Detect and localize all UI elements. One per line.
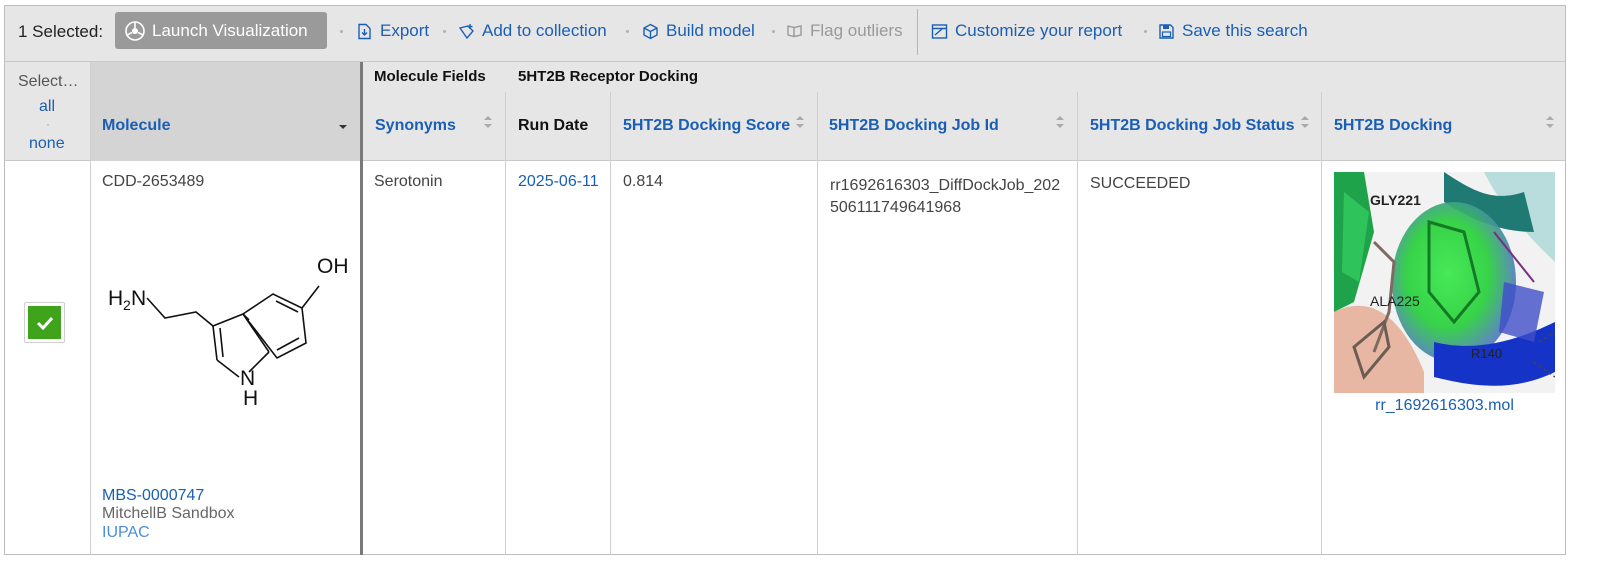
column-header-synonyms[interactable]: Synonyms <box>375 117 456 135</box>
toolbar-separator <box>626 30 629 33</box>
customize-report-button[interactable]: Customize your report <box>931 19 1122 43</box>
column-header-docking-score[interactable]: 5HT2B Docking Score <box>623 117 790 135</box>
export-button[interactable]: Export <box>356 19 429 43</box>
customize-report-label: Customize your report <box>955 21 1123 40</box>
molecule-structure[interactable]: OH H 2 N N H <box>101 242 351 407</box>
docking-file-link[interactable]: rr_1692616303.mol <box>1334 397 1555 415</box>
save-search-button[interactable]: Save this search <box>1158 19 1308 43</box>
toolbar-divider <box>917 9 918 55</box>
atom-oh: OH <box>317 255 349 278</box>
column-divider <box>1321 92 1322 555</box>
column-divider <box>817 92 818 555</box>
selection-toolbar: 1 Selected: Launch Visualization Export <box>5 6 1565 62</box>
residue-label: R140 <box>1471 346 1502 361</box>
job-id-line-2: 506111749641968 <box>830 199 962 216</box>
checkmark-icon <box>36 316 53 330</box>
select-none-link[interactable]: none <box>29 135 65 153</box>
column-header-job-id[interactable]: 5HT2B Docking Job Id <box>829 117 999 135</box>
column-divider <box>90 62 91 555</box>
column-header-job-status[interactable]: 5HT2B Docking Job Status <box>1090 117 1294 135</box>
atom-subscript-2: 2 <box>123 297 131 313</box>
export-icon <box>358 23 371 39</box>
batch-id-link[interactable]: MBS-0000747 <box>102 487 204 505</box>
customize-report-icon <box>931 23 948 39</box>
frozen-column-divider <box>360 62 363 555</box>
add-to-collection-icon <box>458 23 474 39</box>
sort-icon[interactable] <box>796 115 804 129</box>
sort-icon[interactable] <box>1301 115 1309 129</box>
checkbox-fill <box>28 306 61 339</box>
docking-score-value: 0.814 <box>623 173 664 190</box>
project-name: MitchellB Sandbox <box>102 505 235 522</box>
column-divider <box>610 92 611 555</box>
select-all-link[interactable]: all <box>39 98 55 116</box>
job-status-value: SUCCEEDED <box>1090 175 1191 192</box>
docking-pose-render: GLY221 ALA225 R140 <box>1334 172 1555 393</box>
build-model-label: Build model <box>666 21 755 40</box>
column-divider <box>1077 92 1078 555</box>
column-divider <box>505 92 506 555</box>
atom-h: H <box>108 287 123 310</box>
toolbar-separator <box>1144 30 1147 33</box>
visualization-icon <box>125 20 145 41</box>
row-select-checkbox[interactable] <box>24 302 65 343</box>
sort-descending-icon[interactable] <box>339 121 347 135</box>
docking-pose-image[interactable]: GLY221 ALA225 R140 <box>1334 172 1555 393</box>
export-label: Export <box>380 21 430 40</box>
cube-icon <box>643 23 658 39</box>
toolbar-separator <box>772 30 775 33</box>
molecule-id: CDD-2653489 <box>102 173 205 190</box>
add-to-collection-button[interactable]: Add to collection <box>458 19 607 43</box>
job-id-value: rr1692616303_DiffDockJob_202 50611174964… <box>830 175 1060 219</box>
flag-icon <box>787 24 802 37</box>
column-header-run-date: Run Date <box>518 117 589 134</box>
column-header-molecule[interactable]: Molecule <box>102 117 170 135</box>
group-header-molecule-fields: Molecule Fields <box>374 68 486 85</box>
add-to-collection-label: Add to collection <box>482 21 607 40</box>
build-model-button[interactable]: Build model <box>642 19 755 43</box>
column-header-docking[interactable]: 5HT2B Docking <box>1334 117 1452 135</box>
iupac-link[interactable]: IUPAC <box>102 524 150 542</box>
group-header-docking: 5HT2B Receptor Docking <box>518 68 699 85</box>
sort-icon[interactable] <box>1546 115 1554 129</box>
save-icon <box>1159 23 1174 39</box>
run-date-link[interactable]: 2025-06-11 <box>518 173 599 191</box>
flag-outliers-label: Flag outliers <box>810 21 903 40</box>
sort-icon[interactable] <box>1056 115 1064 129</box>
synonym-value: Serotonin <box>374 173 443 190</box>
results-table: 1 Selected: Launch Visualization Export <box>4 5 1566 555</box>
launch-visualization-button[interactable]: Launch Visualization <box>115 12 327 49</box>
job-id-line-1: rr1692616303_DiffDockJob_202 <box>830 177 1061 194</box>
toolbar-separator <box>340 30 343 33</box>
toolbar-separator <box>443 30 446 33</box>
sort-icon[interactable] <box>484 115 492 129</box>
save-search-label: Save this search <box>1182 21 1308 40</box>
selected-count: 1 Selected: <box>18 22 104 41</box>
molecule-header-cell <box>91 62 361 161</box>
select-label: Select… <box>18 73 79 90</box>
atom-n: N <box>131 287 146 310</box>
residue-label: ALA225 <box>1370 293 1420 309</box>
residue-label: GLY221 <box>1370 192 1421 208</box>
select-separator: · <box>46 117 50 131</box>
launch-visualization-label: Launch Visualization <box>152 20 308 40</box>
flag-outliers-button: Flag outliers <box>786 19 903 43</box>
atom-ring-h: H <box>243 387 258 407</box>
